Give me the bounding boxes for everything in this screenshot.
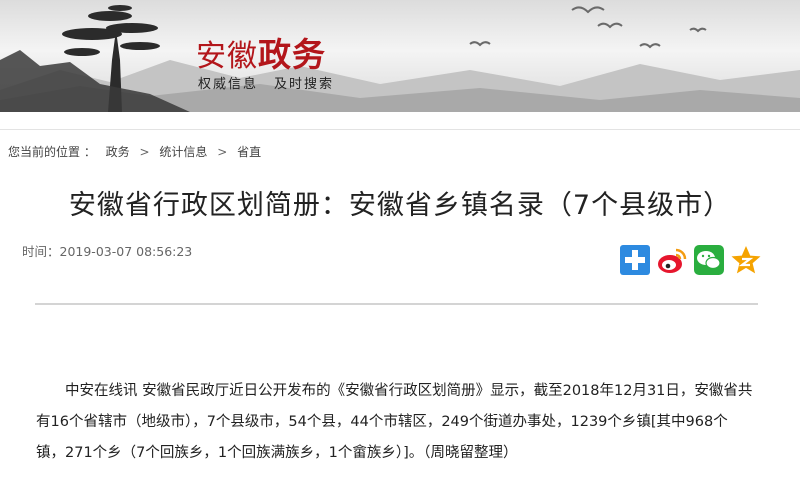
plus-share-icon[interactable] (619, 244, 651, 276)
breadcrumb-separator: > (139, 145, 150, 159)
slogan-left: 权威信息 (198, 77, 259, 92)
site-slogan: 权威信息 及时搜索 (198, 73, 334, 92)
breadcrumb-link-statistics[interactable]: 统计信息 (159, 145, 207, 159)
breadcrumb-link-provincial[interactable]: 省直 (237, 145, 261, 159)
article-body: 中安在线讯 安徽省民政厅近日公开发布的《安徽省行政区划简册》显示，截至2018年… (36, 376, 756, 469)
site-logo-text: 安徽政务 (196, 28, 326, 76)
breadcrumb-link-zhengwu[interactable]: 政务 (106, 145, 130, 159)
brand-bold: 政务 (258, 35, 326, 74)
qzone-star-icon[interactable] (730, 244, 762, 276)
breadcrumb: 您当前的位置 ： 政务 > 统计信息 > 省直 (8, 143, 267, 160)
site-logo[interactable]: 安徽政务 权威信息 及时搜索 (196, 28, 332, 92)
header-banner: 安徽政务 权威信息 及时搜索 (0, 0, 800, 112)
landscape-illustration (0, 5, 800, 112)
breadcrumb-separator: > (217, 145, 228, 159)
article-title: 安徽省行政区划简册：安徽省乡镇名录（7个县级市） (68, 190, 732, 221)
brand-light: 安徽 (196, 39, 258, 74)
share-bar (619, 244, 762, 276)
article-paragraph: 中安在线讯 安徽省民政厅近日公开发布的《安徽省行政区划简册》显示，截至2018年… (36, 383, 753, 461)
wechat-icon[interactable] (693, 244, 725, 276)
slogan-right: 及时搜索 (274, 77, 335, 92)
title-divider (35, 303, 758, 305)
weibo-icon[interactable] (656, 244, 688, 276)
breadcrumb-prefix: 您当前的位置 ： (8, 145, 96, 159)
article-timestamp: 时间：2019-03-07 08:56:23 (22, 244, 193, 259)
header-divider (0, 129, 800, 130)
